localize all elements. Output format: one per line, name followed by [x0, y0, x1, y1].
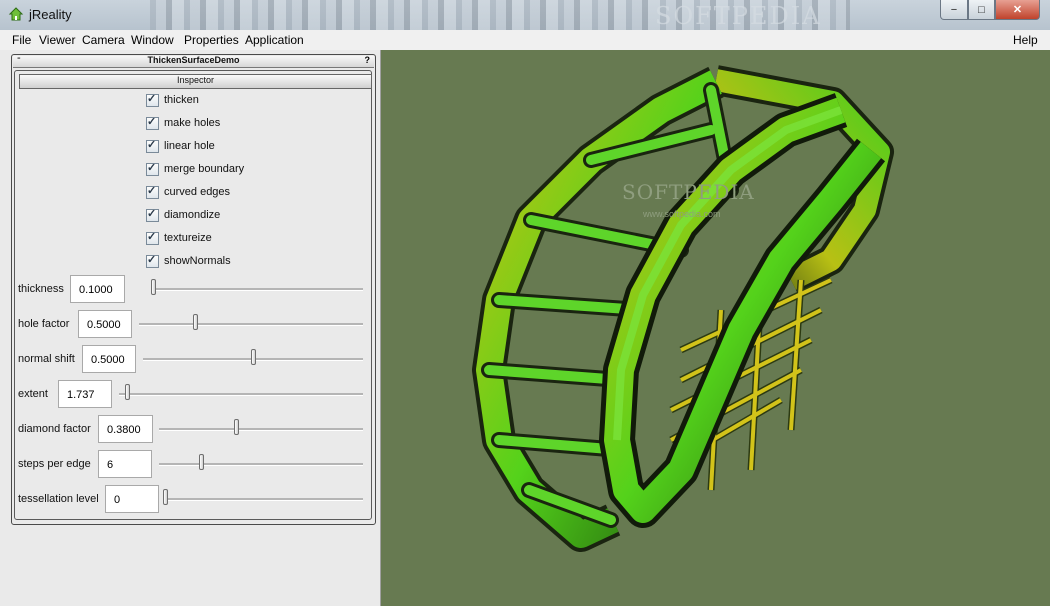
help-toggle[interactable]: ? [365, 55, 371, 65]
slider-row-hole-factor: hole factor 0.5000 [18, 310, 368, 340]
checkbox-box[interactable] [146, 207, 159, 222]
slider-label: normal shift [18, 353, 75, 365]
slider-track[interactable] [163, 498, 363, 501]
checkbox-textureize[interactable]: textureize [146, 230, 212, 246]
menu-bar: File Viewer Camera Window Properties App… [0, 30, 1050, 51]
hole-factor-field[interactable]: 0.5000 [78, 310, 132, 338]
slider-row-tessellation-level: tessellation level 0 [18, 485, 368, 515]
menu-properties[interactable]: Properties [184, 33, 239, 47]
inspector-header[interactable]: Inspector [19, 74, 372, 89]
titlebar-watermark: SOFTPEDIA [655, 2, 822, 30]
checkbox-label: curved edges [164, 186, 231, 198]
slider-label: hole factor [18, 318, 70, 330]
slider-track[interactable] [151, 288, 363, 291]
3d-viewport[interactable]: SOFTPEDIA www.softpedia.com [381, 50, 1050, 606]
checkbox-show-normals[interactable]: showNormals [146, 253, 231, 269]
inspector-title: Inspector [176, 75, 215, 85]
minimize-button[interactable]: − [940, 0, 968, 20]
slider-row-steps-per-edge: steps per edge 6 [18, 450, 368, 480]
checkbox-label: thicken [164, 94, 199, 106]
checkbox-box[interactable] [146, 184, 159, 199]
checkbox-label: textureize [164, 232, 212, 244]
checkbox-box[interactable] [146, 92, 159, 107]
slider-thumb[interactable] [234, 419, 239, 435]
slider-label: extent [18, 388, 48, 400]
tessellation-level-field[interactable]: 0 [105, 485, 159, 513]
checkbox-linear-hole[interactable]: linear hole [146, 138, 215, 154]
steps-per-edge-field[interactable]: 6 [98, 450, 152, 478]
diamond-factor-field[interactable]: 0.3800 [98, 415, 153, 443]
checkbox-label: make holes [164, 117, 221, 129]
extent-field[interactable]: 1.737 [58, 380, 112, 408]
slider-label: steps per edge [18, 458, 91, 470]
thickened-surface-render [472, 65, 894, 552]
menu-file[interactable]: File [12, 33, 31, 47]
checkbox-thicken[interactable]: thicken [146, 92, 199, 108]
checkbox-make-holes[interactable]: make holes [146, 115, 220, 131]
window-titlebar: SOFTPEDIA jReality − □ ✕ [0, 0, 1050, 31]
slider-row-normal-shift: normal shift 0.5000 [18, 345, 368, 375]
slider-track[interactable] [159, 428, 363, 431]
slider-track[interactable] [159, 463, 363, 466]
viewport-watermark-url: www.softpedia.com [643, 209, 721, 219]
checkbox-label: merge boundary [164, 163, 245, 175]
close-button[interactable]: ✕ [995, 0, 1040, 20]
slider-track[interactable] [139, 323, 363, 326]
checkbox-box[interactable] [146, 161, 159, 176]
checkbox-box[interactable] [146, 253, 159, 268]
slider-track[interactable] [119, 393, 363, 396]
menu-application[interactable]: Application [245, 33, 304, 47]
viewport-watermark: SOFTPEDIA [622, 180, 755, 204]
menu-camera[interactable]: Camera [82, 33, 125, 47]
checkbox-diamondize[interactable]: diamondize [146, 207, 220, 223]
slider-thumb[interactable] [163, 489, 168, 505]
checkbox-box[interactable] [146, 230, 159, 245]
checkbox-label: diamondize [164, 209, 221, 221]
plugin-frame-title: ThickenSurfaceDemo [147, 55, 240, 65]
menu-help[interactable]: Help [1013, 33, 1038, 47]
slider-label: thickness [18, 283, 64, 295]
menu-window[interactable]: Window [131, 33, 174, 47]
normal-shift-field[interactable]: 0.5000 [82, 345, 136, 373]
checkbox-box[interactable] [146, 138, 159, 153]
checkbox-label: linear hole [164, 140, 215, 152]
slider-thumb[interactable] [251, 349, 256, 365]
plugin-frame-header: - ThickenSurfaceDemo ? [13, 52, 374, 68]
window-controls: − □ ✕ [940, 0, 1040, 20]
window-title: jReality [29, 7, 72, 22]
checkbox-label: showNormals [164, 255, 231, 267]
thickness-field[interactable]: 0.1000 [70, 275, 125, 303]
slider-row-diamond-factor: diamond factor 0.3800 [18, 415, 368, 445]
checkbox-merge-boundary[interactable]: merge boundary [146, 161, 244, 177]
checkbox-curved-edges[interactable]: curved edges [146, 184, 230, 200]
slider-thumb[interactable] [125, 384, 130, 400]
slider-row-extent: extent 1.737 [18, 380, 368, 410]
maximize-button[interactable]: □ [968, 0, 995, 20]
slider-thumb[interactable] [199, 454, 204, 470]
house-icon [8, 7, 24, 21]
checkbox-box[interactable] [146, 115, 159, 130]
slider-thumb[interactable] [193, 314, 198, 330]
slider-label: tessellation level [18, 493, 99, 505]
menu-viewer[interactable]: Viewer [39, 33, 75, 47]
slider-label: diamond factor [18, 423, 91, 435]
slider-thumb[interactable] [151, 279, 156, 295]
slider-row-thickness: thickness 0.1000 [18, 275, 368, 305]
